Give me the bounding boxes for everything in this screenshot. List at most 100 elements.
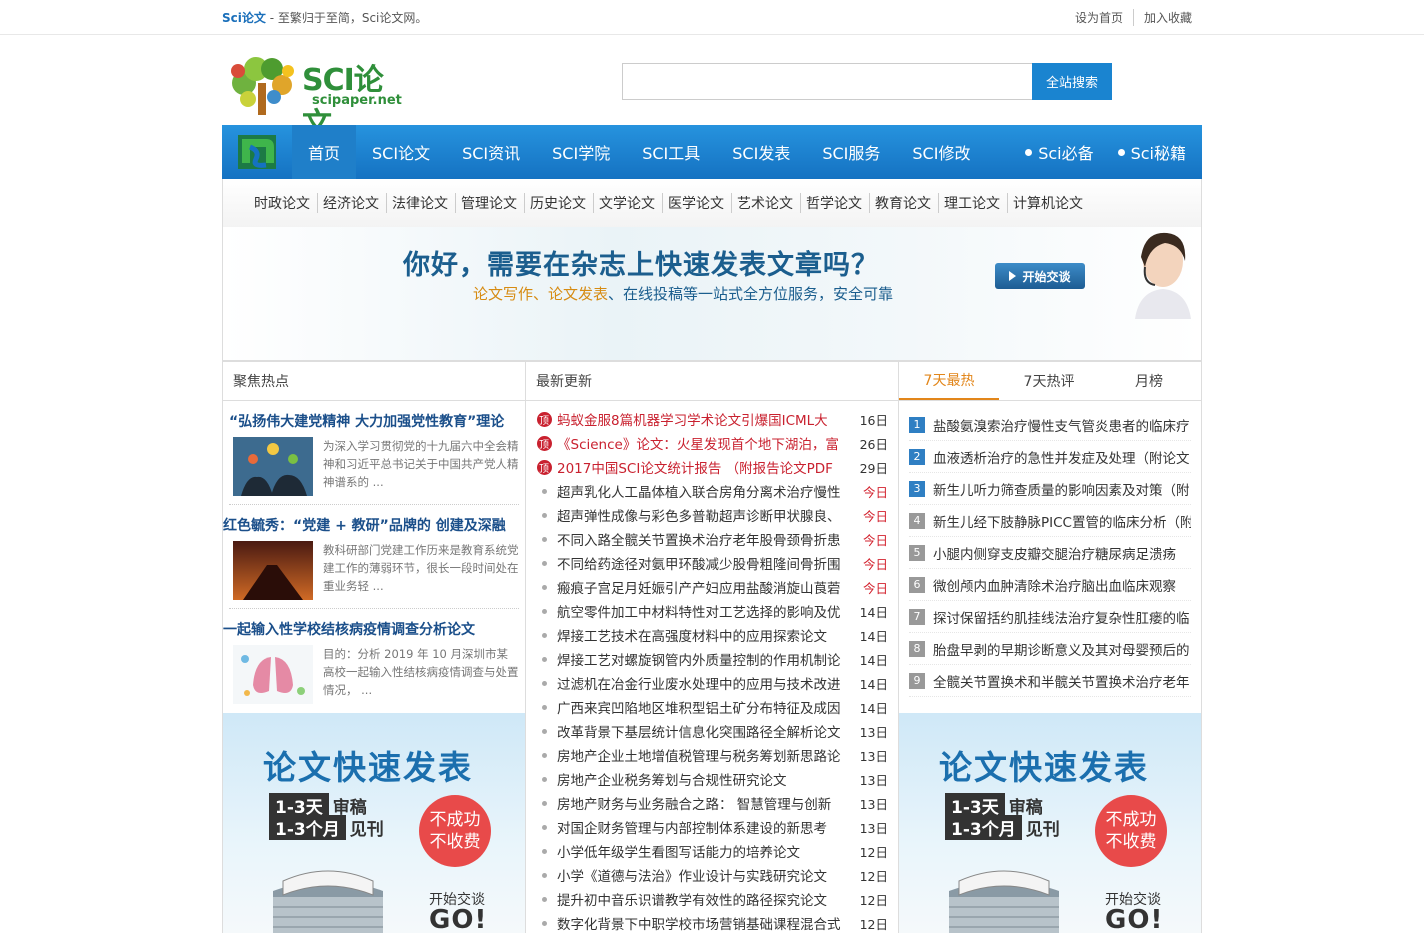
ranking-list-item[interactable]: 7 探讨保留括约肌挂线法治疗复杂性肛瘘的临 — [909, 601, 1191, 633]
latest-list-item[interactable]: 焊接工艺技术在高强度材料中的应用探索论文 14日 — [536, 623, 888, 647]
search-input[interactable] — [622, 63, 1032, 100]
ranking-title-link[interactable]: 全髋关节置换术和半髋关节置换术治疗老年 — [933, 671, 1190, 691]
latest-list-item[interactable]: 不同入路全髋关节置换术治疗老年股骨颈骨折患 今日 — [536, 527, 888, 551]
focus-item[interactable]: “弘扬伟大建党精神 大力加强党性教育”理论 为深入学习贯彻党的十九届六中全会精神… — [229, 411, 519, 505]
article-title-link[interactable]: 数字化背景下中职学校市场营销基础课程混合式 — [557, 913, 856, 933]
site-logo[interactable]: SCI论文 scipaper.net — [226, 53, 402, 142]
add-favorite-link[interactable]: 加入收藏 — [1132, 9, 1202, 26]
latest-list-item[interactable]: 顶《Science》论文：火星发现首个地下湖泊，富 26日 — [536, 431, 888, 455]
fast-publish-ad-right[interactable]: 论文快速发表 1-3天 审稿 1-3个月 见刊 不成功 不收费 开始交谈 GO! — [899, 713, 1201, 933]
article-title-link[interactable]: 小学《道德与法治》作业设计与实践研究论文 — [557, 865, 856, 885]
latest-list-item[interactable]: 顶 2017中国SCI论文统计报告 （附报告论文PDF 29日 — [536, 455, 888, 479]
set-homepage-link[interactable]: 设为首页 — [1065, 9, 1133, 26]
ranking-list-item[interactable]: 5 小腿内侧穿支皮瓣交腿治疗糖尿病足溃疡 — [909, 537, 1191, 569]
nav-item-sci-paper[interactable]: SCI论文 — [356, 125, 446, 179]
category-link[interactable]: 计算机论文 — [1007, 193, 1087, 213]
latest-list-item[interactable]: 提升初中音乐识谱教学有效性的路径探究论文 12日 — [536, 887, 888, 911]
category-link[interactable]: 经济论文 — [317, 193, 383, 213]
latest-list-item[interactable]: 小学低年级学生看图写话能力的培养论文 12日 — [536, 839, 888, 863]
article-title-link[interactable]: 不同入路全髋关节置换术治疗老年股骨颈骨折患 — [557, 529, 856, 549]
ranking-title-link[interactable]: 盐酸氨溴索治疗慢性支气管炎患者的临床疗 — [933, 415, 1190, 435]
ranking-title-link[interactable]: 新生儿听力筛查质量的影响因素及对策（附 — [933, 479, 1190, 499]
latest-list-item[interactable]: 对国企财务管理与内部控制体系建设的新思考 13日 — [536, 815, 888, 839]
nav-item-sci-service[interactable]: SCI服务 — [806, 125, 896, 179]
article-title-link[interactable]: 改革背景下基层统计信息化突围路径全解析论文 — [557, 721, 856, 741]
category-link[interactable]: 管理论文 — [455, 193, 521, 213]
latest-list-item[interactable]: 航空零件加工中材料特性对工艺选择的影响及优 14日 — [536, 599, 888, 623]
latest-list-item[interactable]: 房地产财务与业务融合之路： 智慧管理与创新 13日 — [536, 791, 888, 815]
latest-list-item[interactable]: 超声乳化人工晶体植入联合房角分离术治疗慢性 今日 — [536, 479, 888, 503]
ranking-title-link[interactable]: 探讨保留括约肌挂线法治疗复杂性肛瘘的临 — [933, 607, 1190, 627]
nav-item-sci-academy[interactable]: SCI学院 — [536, 125, 626, 179]
ranking-title-link[interactable]: 小腿内侧穿支皮瓣交腿治疗糖尿病足溃疡 — [933, 543, 1176, 563]
category-link[interactable]: 理工论文 — [938, 193, 1004, 213]
article-title-link[interactable]: 房地产企业土地增值税管理与税务筹划新思路论 — [557, 745, 856, 765]
tab-7day-hot[interactable]: 7天最热 — [899, 362, 999, 400]
consult-banner[interactable]: 你好，需要在杂志上快速发表文章吗？ 论文写作、论文发表、在线投稿等一站式全方位服… — [222, 227, 1202, 361]
ranking-title-link[interactable]: 新生儿经下肢静脉PICC置管的临床分析（附 — [933, 511, 1191, 531]
tab-7day-comments[interactable]: 7天热评 — [999, 362, 1099, 400]
category-link[interactable]: 教育论文 — [869, 193, 935, 213]
search-button[interactable]: 全站搜索 — [1032, 63, 1112, 100]
nav-item-sci-essentials[interactable]: Sci必备 — [1013, 125, 1105, 179]
latest-list-item[interactable]: 广西来宾凹陷地区堆积型铝土矿分布特征及成因 14日 — [536, 695, 888, 719]
latest-list-item[interactable]: 房地产企业税务筹划与合规性研究论文 13日 — [536, 767, 888, 791]
article-title-link[interactable]: 2017中国SCI论文统计报告 （附报告论文PDF — [557, 457, 856, 477]
focus-item-title[interactable]: 红色毓秀：“党建 + 教研”品牌的 创建及深融 — [223, 515, 519, 535]
article-title-link[interactable]: 房地产财务与业务融合之路： 智慧管理与创新 — [557, 793, 856, 813]
article-title-link[interactable]: 提升初中音乐识谱教学有效性的路径探究论文 — [557, 889, 856, 909]
category-link[interactable]: 文学论文 — [593, 193, 659, 213]
ranking-list-item[interactable]: 4 新生儿经下肢静脉PICC置管的临床分析（附 — [909, 505, 1191, 537]
latest-list-item[interactable]: 改革背景下基层统计信息化突围路径全解析论文 13日 — [536, 719, 888, 743]
ranking-title-link[interactable]: 血液透析治疗的急性并发症及处理（附论文 — [933, 447, 1190, 467]
article-title-link[interactable]: 焊接工艺技术在高强度材料中的应用探索论文 — [557, 625, 856, 645]
ranking-list-item[interactable]: 1 盐酸氨溴索治疗慢性支气管炎患者的临床疗 — [909, 409, 1191, 441]
article-title-link[interactable]: 超声乳化人工晶体植入联合房角分离术治疗慢性 — [557, 481, 856, 501]
latest-list-item[interactable]: 过滤机在冶金行业废水处理中的应用与技术改进 14日 — [536, 671, 888, 695]
category-link[interactable]: 医学论文 — [662, 193, 728, 213]
article-title-link[interactable]: 不同给药途径对氨甲环酸减少股骨粗隆间骨折围 — [557, 553, 856, 573]
focus-item-title[interactable]: 一起输入性学校结核病疫情调查分析论文 — [223, 619, 519, 639]
brand-link[interactable]: Sci论文 — [222, 11, 266, 25]
start-chat-button[interactable]: 开始交谈 — [995, 263, 1085, 289]
nav-item-sci-secrets[interactable]: Sci秘籍 — [1106, 125, 1202, 179]
latest-list-item[interactable]: 不同给药途径对氨甲环酸减少股骨粗隆间骨折围 今日 — [536, 551, 888, 575]
latest-list-item[interactable]: 焊接工艺对螺旋钢管内外质量控制的作用机制论 14日 — [536, 647, 888, 671]
article-title-link[interactable]: 蚂蚁金服8篇机器学习学术论文引爆国ICML大 — [557, 409, 856, 429]
latest-list-item[interactable]: 顶蚂蚁金服8篇机器学习学术论文引爆国ICML大 16日 — [536, 407, 888, 431]
article-title-link[interactable]: 《Science》论文：火星发现首个地下湖泊，富 — [557, 433, 856, 453]
article-title-link[interactable]: 瘢痕子宫足月妊娠引产产妇应用盐酸消旋山莨菪 — [557, 577, 856, 597]
focus-item-title[interactable]: “弘扬伟大建党精神 大力加强党性教育”理论 — [229, 411, 519, 431]
ranking-list-item[interactable]: 3 新生儿听力筛查质量的影响因素及对策（附 — [909, 473, 1191, 505]
article-title-link[interactable]: 焊接工艺对螺旋钢管内外质量控制的作用机制论 — [557, 649, 856, 669]
category-link[interactable]: 艺术论文 — [731, 193, 797, 213]
category-link[interactable]: 时政论文 — [250, 193, 314, 213]
ranking-list-item[interactable]: 9 全髋关节置换术和半髋关节置换术治疗老年 — [909, 665, 1191, 697]
nav-logo[interactable] — [222, 125, 292, 179]
tab-monthly[interactable]: 月榜 — [1099, 362, 1199, 400]
latest-list-item[interactable]: 超声弹性成像与彩色多普勒超声诊断甲状腺良、 今日 — [536, 503, 888, 527]
category-link[interactable]: 历史论文 — [524, 193, 590, 213]
ranking-title-link[interactable]: 胎盘早剥的早期诊断意义及其对母婴预后的 — [933, 639, 1190, 659]
ranking-list-item[interactable]: 6 微创颅内血肿清除术治疗脑出血临床观察 — [909, 569, 1191, 601]
ranking-list-item[interactable]: 2 血液透析治疗的急性并发症及处理（附论文 — [909, 441, 1191, 473]
article-title-link[interactable]: 广西来宾凹陷地区堆积型铝土矿分布特征及成因 — [557, 697, 856, 717]
article-title-link[interactable]: 对国企财务管理与内部控制体系建设的新思考 — [557, 817, 856, 837]
nav-item-home[interactable]: 首页 — [292, 125, 357, 179]
focus-item[interactable]: 一起输入性学校结核病疫情调查分析论文 目的：分析 2019 年 10 月深圳市某… — [223, 619, 519, 704]
article-title-link[interactable]: 房地产企业税务筹划与合规性研究论文 — [557, 769, 856, 789]
article-title-link[interactable]: 航空零件加工中材料特性对工艺选择的影响及优 — [557, 601, 856, 621]
latest-list-item[interactable]: 数字化背景下中职学校市场营销基础课程混合式 12日 — [536, 911, 888, 933]
nav-item-sci-tools[interactable]: SCI工具 — [626, 125, 716, 179]
latest-list-item[interactable]: 瘢痕子宫足月妊娠引产产妇应用盐酸消旋山莨菪 今日 — [536, 575, 888, 599]
article-title-link[interactable]: 小学低年级学生看图写话能力的培养论文 — [557, 841, 856, 861]
article-title-link[interactable]: 过滤机在冶金行业废水处理中的应用与技术改进 — [557, 673, 856, 693]
latest-list-item[interactable]: 小学《道德与法治》作业设计与实践研究论文 12日 — [536, 863, 888, 887]
article-title-link[interactable]: 超声弹性成像与彩色多普勒超声诊断甲状腺良、 — [557, 505, 856, 525]
fast-publish-ad[interactable]: 论文快速发表 1-3天 审稿 1-3个月 见刊 不成功 不收费 开始交谈 GO! — [223, 713, 525, 933]
nav-item-sci-news[interactable]: SCI资讯 — [446, 125, 536, 179]
category-link[interactable]: 法律论文 — [386, 193, 452, 213]
category-link[interactable]: 哲学论文 — [800, 193, 866, 213]
ranking-list-item[interactable]: 8 胎盘早剥的早期诊断意义及其对母婴预后的 — [909, 633, 1191, 665]
focus-item[interactable]: 红色毓秀：“党建 + 教研”品牌的 创建及深融 教科研部门党建工作历来是教育系统… — [223, 515, 519, 609]
